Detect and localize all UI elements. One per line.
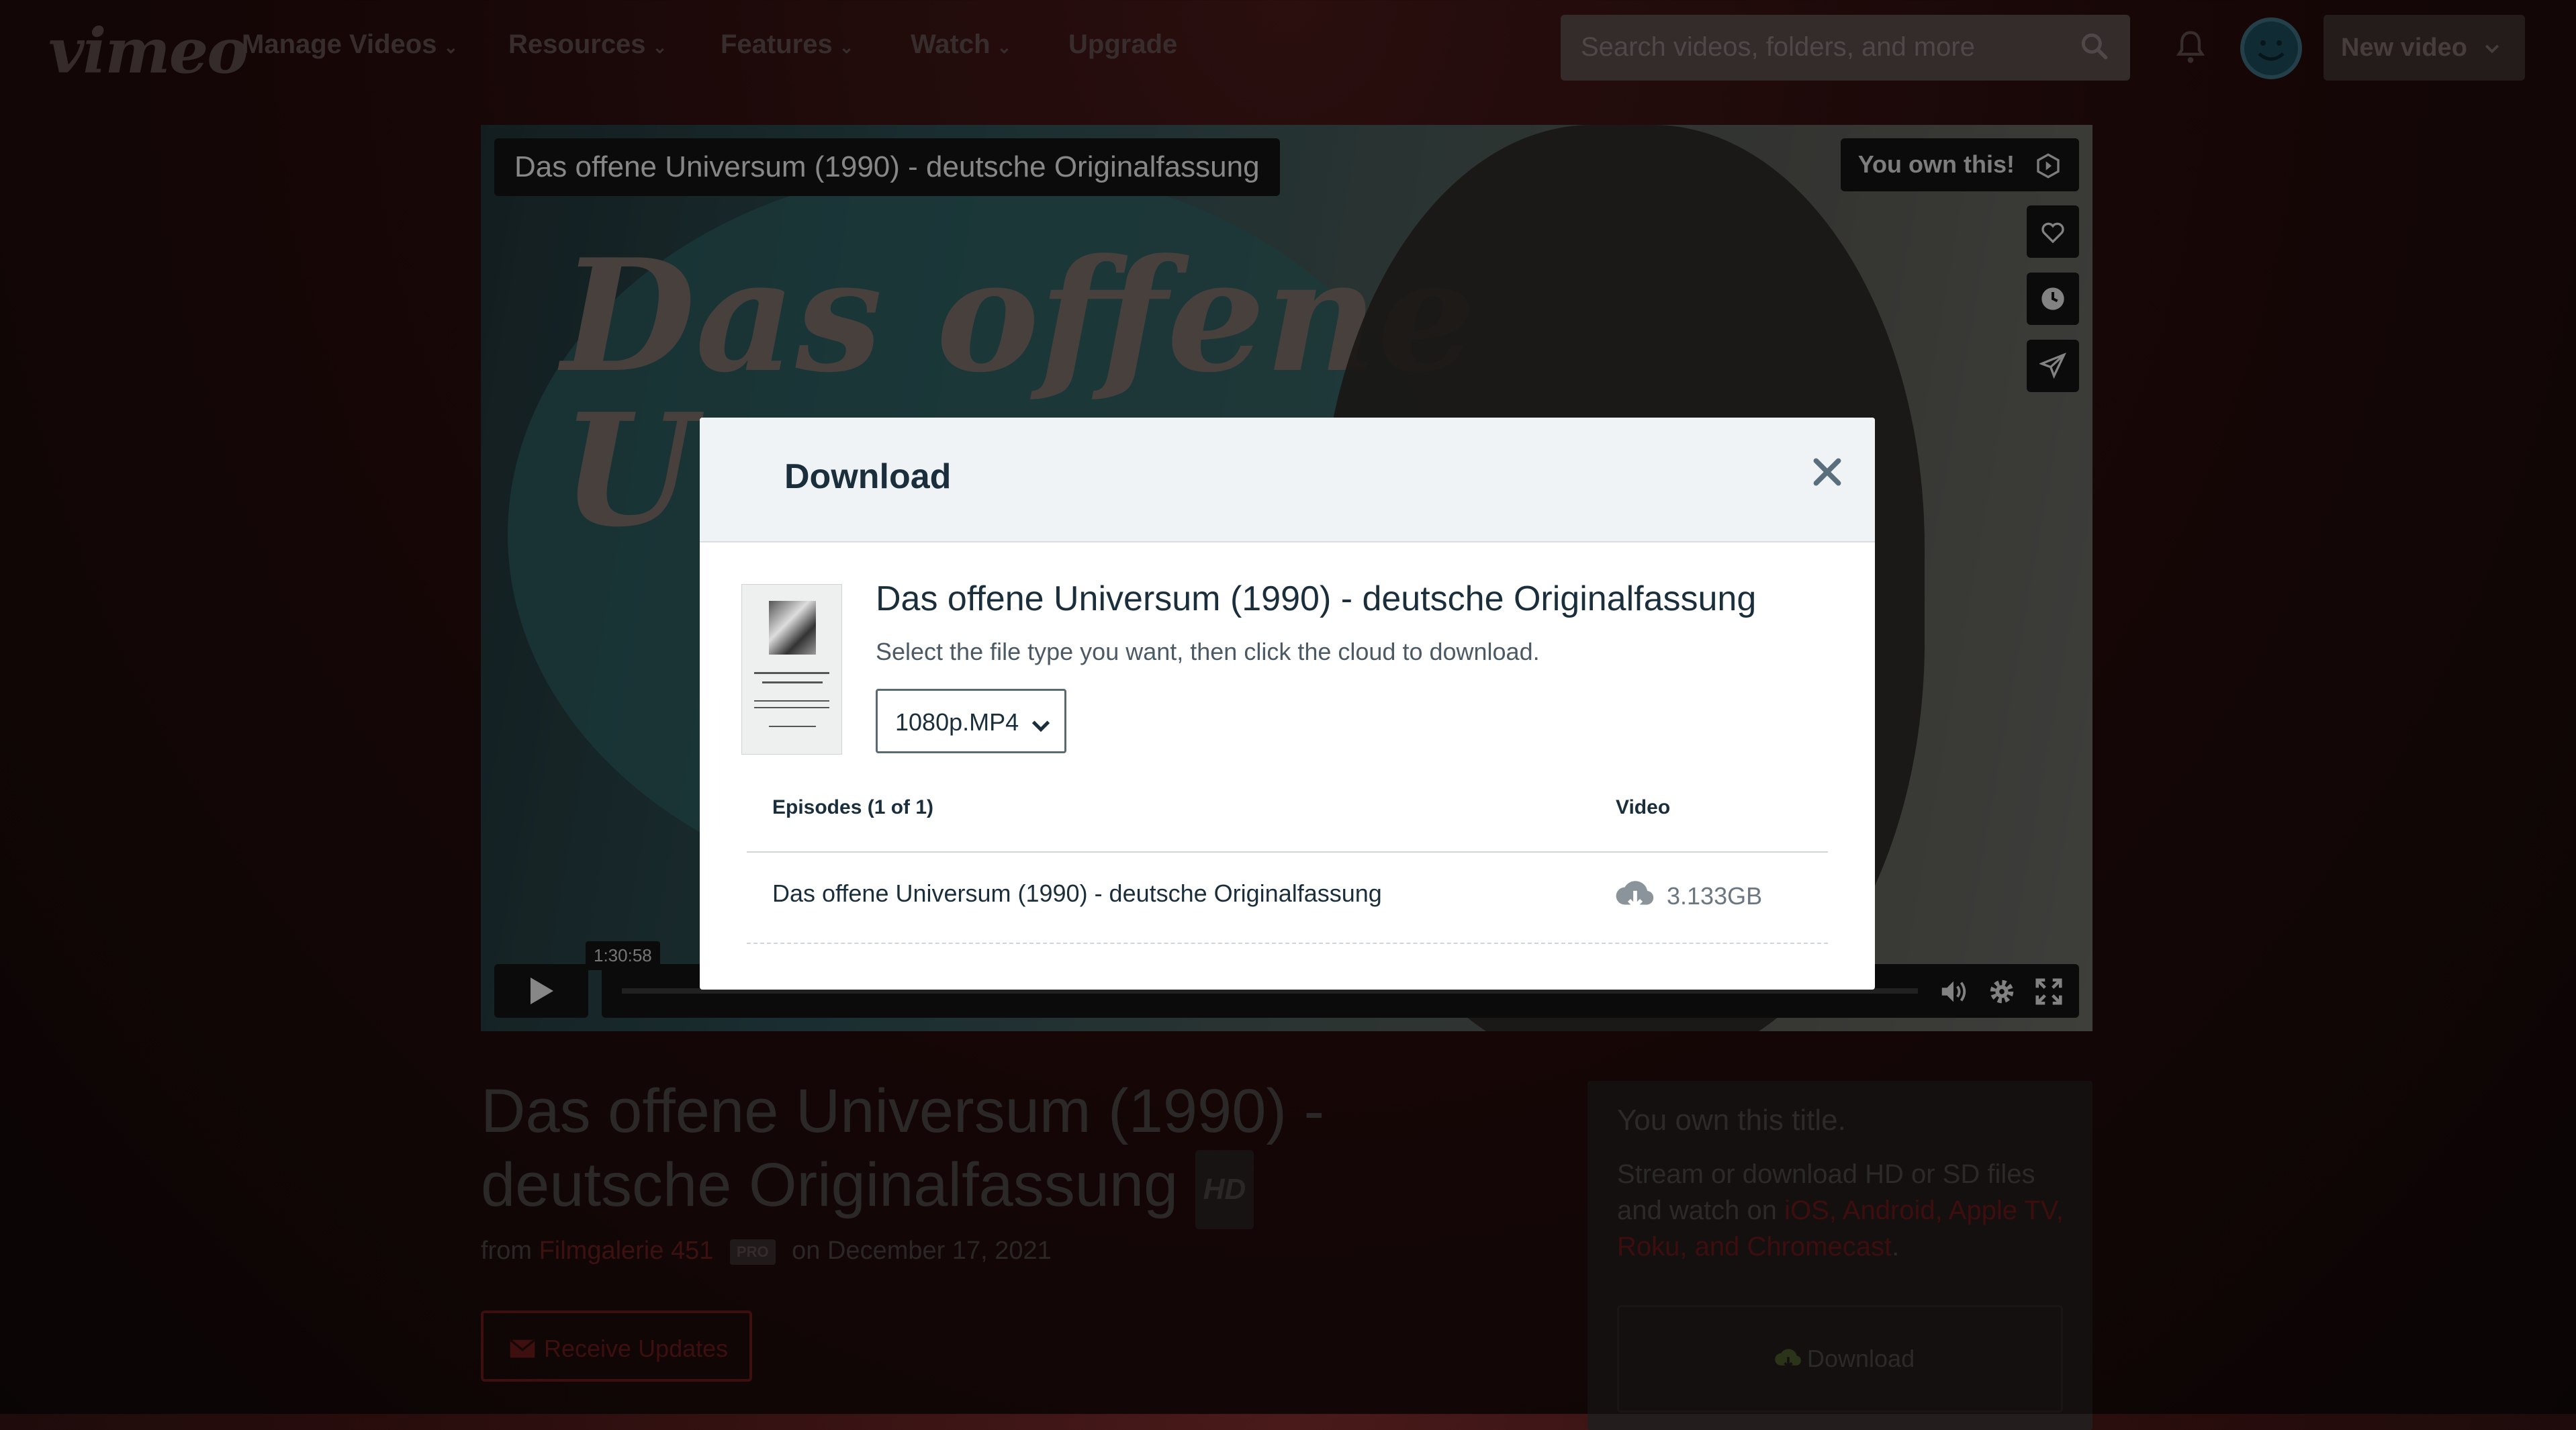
modal-header: Download xyxy=(700,418,1875,542)
modal-video-title: Das offene Universum (1990) - deutsche O… xyxy=(876,579,1757,618)
video-column-header: Video xyxy=(1616,796,1671,818)
file-type-select[interactable]: 1080p.MP4 xyxy=(876,689,1066,753)
episode-title: Das offene Universum (1990) - deutsche O… xyxy=(772,879,1382,907)
modal-title: Download xyxy=(784,457,952,496)
modal-instructions: Select the file type you want, then clic… xyxy=(876,638,1540,665)
episodes-column-header: Episodes (1 of 1) xyxy=(772,796,934,818)
file-size: 3.133GB xyxy=(1667,882,1763,910)
download-modal: Download Das offene Universum (1990) - d… xyxy=(700,418,1875,990)
chevron-down-icon xyxy=(1029,714,1052,742)
close-icon[interactable] xyxy=(1810,455,1844,492)
row-divider xyxy=(747,943,1828,944)
table-divider xyxy=(747,851,1828,853)
video-thumbnail xyxy=(741,584,842,755)
cloud-download-icon[interactable] xyxy=(1614,877,1656,915)
